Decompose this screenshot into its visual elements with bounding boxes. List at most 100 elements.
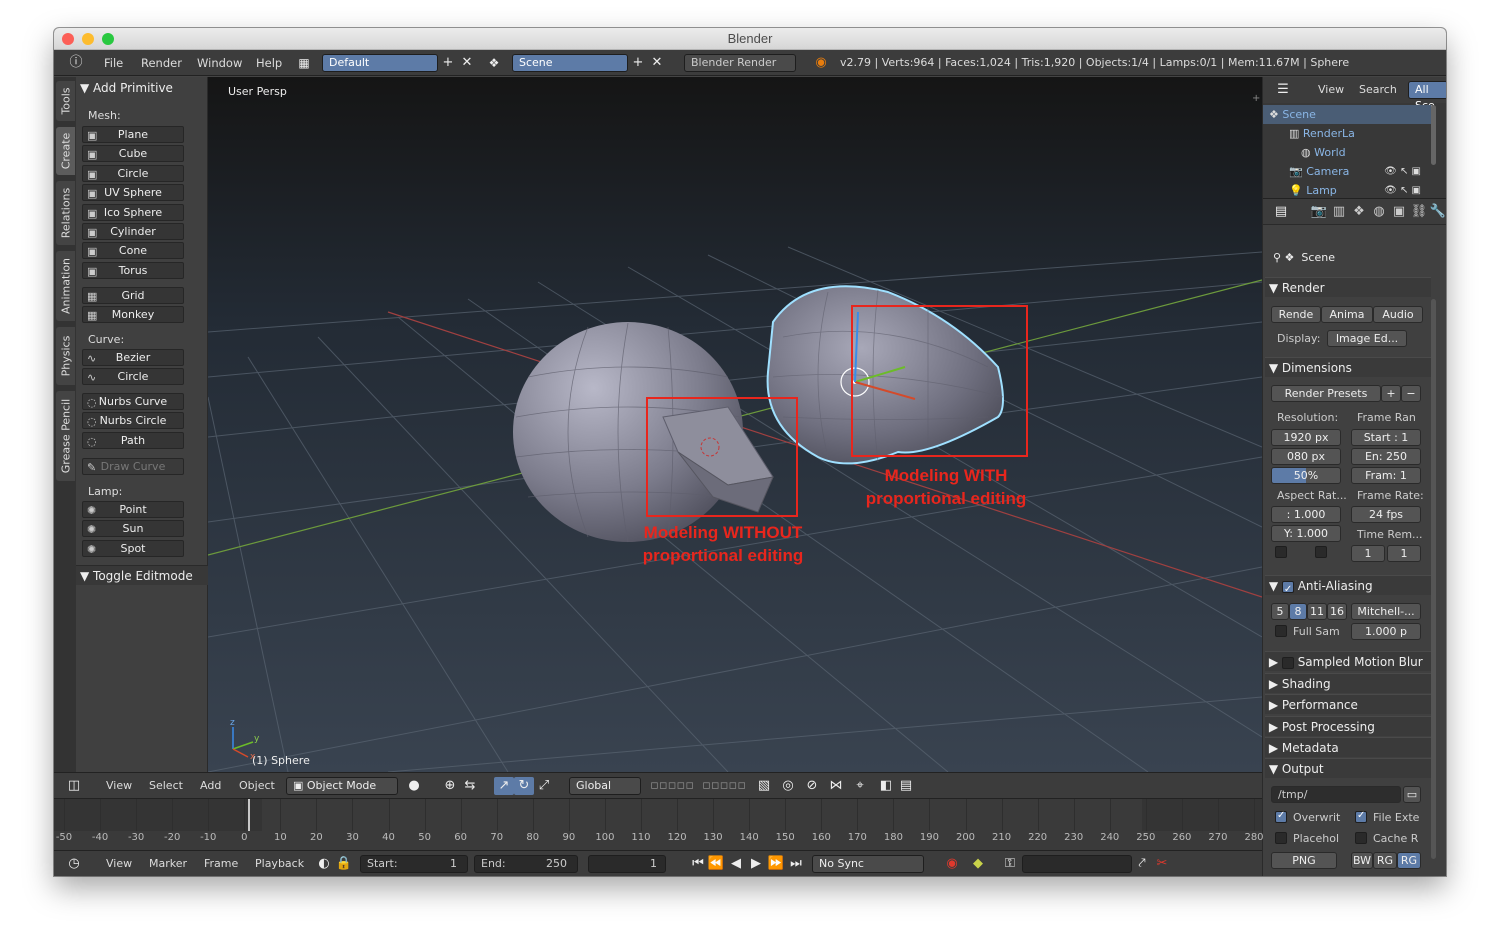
outliner-item-renderla[interactable]: ▥ RenderLa [1263, 124, 1431, 143]
dimensions-panel-header[interactable]: ▼ Dimensions [1265, 357, 1431, 377]
constraints-tab-icon[interactable]: ⛓ [1409, 203, 1429, 221]
time-remap-old-field[interactable]: 1 [1351, 545, 1385, 562]
mesh-torus-button[interactable]: ▣ Torus [82, 261, 184, 279]
snap-target-icon[interactable]: ⌖ [850, 777, 870, 795]
folder-icon[interactable]: ▭ [1403, 786, 1421, 803]
aa-samples-5[interactable]: 5 [1271, 603, 1289, 620]
metadata-panel-header[interactable]: ▶ Metadata [1265, 736, 1431, 757]
outliner-item-scene[interactable]: ❖ Scene [1263, 105, 1431, 124]
properties-scrollbar[interactable] [1431, 299, 1436, 859]
vp-add-menu[interactable]: Add [200, 773, 221, 799]
properties-editor-icon[interactable]: ▤ [1271, 203, 1291, 221]
add-layout-button[interactable]: + [438, 54, 458, 72]
add-primitive-panel-header[interactable]: ▼ Add Primitive [80, 79, 173, 97]
aa-samples-11[interactable]: 11 [1307, 603, 1327, 620]
render-layers-tab-icon[interactable]: ▥ [1329, 203, 1349, 221]
scale-manipulator-icon[interactable]: ⤢ [534, 777, 554, 795]
outliner-item-lamp[interactable]: 💡 Lamp 👁 ↖ ▣ [1263, 181, 1431, 200]
rotate-manipulator-icon[interactable]: ↻ [514, 777, 534, 795]
aa-samples-8[interactable]: 8 [1289, 603, 1307, 620]
start-frame-field[interactable]: Start: 1 [360, 855, 468, 873]
mesh-grid-button[interactable]: ▦ Grid [82, 287, 184, 304]
color-mode-rgb[interactable]: RG [1373, 852, 1397, 869]
tab-tools[interactable]: Tools [56, 81, 75, 121]
render-presets-select[interactable]: Render Presets [1271, 385, 1381, 402]
viewport-corner-plus-icon[interactable]: + [1252, 93, 1260, 104]
aspect-y-field[interactable]: Y: 1.000 [1271, 525, 1341, 542]
tl-frame-menu[interactable]: Frame [204, 851, 238, 876]
current-frame-field[interactable]: 1 [588, 855, 666, 873]
3d-view-editor-icon[interactable]: ◫ [64, 777, 84, 795]
curve-bezier-button[interactable]: ∿ Bezier [82, 349, 184, 366]
auto-keying-icon[interactable]: ◉ [942, 855, 962, 873]
tl-playback-menu[interactable]: Playback [255, 851, 304, 876]
menu-render[interactable]: Render [141, 50, 182, 76]
outliner-item-camera[interactable]: 📷 Camera 👁 ↖ ▣ [1263, 162, 1431, 181]
zoom-window-button[interactable] [102, 33, 114, 45]
file-format-select[interactable]: PNG [1271, 852, 1337, 869]
vp-object-menu[interactable]: Object [239, 773, 275, 799]
outliner-view-menu[interactable]: View [1318, 77, 1344, 103]
curve-nurbs-circle-button[interactable]: ◌ Nurbs Circle [82, 412, 184, 430]
crop-checkbox[interactable] [1315, 546, 1327, 558]
preview-range-icon[interactable]: ◐ [314, 855, 334, 873]
aa-filter-select[interactable]: Mitchell-... [1351, 603, 1421, 620]
remove-preset-button[interactable]: − [1401, 385, 1421, 402]
keying-set-icon[interactable]: ◆ [968, 855, 988, 873]
interaction-mode-select[interactable]: ▣ Object Mode [286, 777, 398, 795]
screen-layout-icon[interactable]: ▦ [294, 54, 314, 72]
play-icon[interactable]: ▶ [746, 855, 766, 873]
tab-create[interactable]: Create [56, 127, 75, 175]
timeline-editor-icon[interactable]: ◷ [64, 855, 84, 873]
add-scene-button[interactable]: + [628, 54, 648, 72]
lock-range-icon[interactable]: 🔒 [334, 855, 354, 873]
play-reverse-icon[interactable]: ◀ [726, 855, 746, 873]
render-button[interactable]: Rende [1271, 306, 1321, 323]
sync-mode-select[interactable]: No Sync [812, 855, 924, 873]
anti-aliasing-checkbox[interactable] [1281, 580, 1294, 600]
jump-keyframe-back-icon[interactable]: ⏪ [706, 855, 726, 873]
display-select[interactable]: Image Ed... [1327, 330, 1407, 347]
aspect-x-field[interactable]: : 1.000 [1271, 506, 1341, 523]
outliner-editor-icon[interactable]: ☰ [1273, 81, 1293, 99]
anti-aliasing-panel-header[interactable]: ▼ Anti-Aliasing [1265, 575, 1431, 600]
output-path-field[interactable]: /tmp/ [1271, 786, 1401, 803]
resolution-y-field[interactable]: 080 px [1271, 448, 1341, 465]
vp-select-menu[interactable]: Select [149, 773, 183, 799]
render-tab-icon[interactable]: 📷 [1309, 203, 1329, 221]
aa-samples-16[interactable]: 16 [1327, 603, 1347, 620]
transform-orientation-select[interactable]: Global [569, 777, 641, 795]
jump-keyframe-forward-icon[interactable]: ⏩ [766, 855, 786, 873]
menu-help[interactable]: Help [256, 50, 282, 76]
toggle-editmode-panel[interactable]: ▼ Toggle Editmode [76, 565, 208, 585]
active-keying-set-field[interactable] [1022, 855, 1132, 873]
shading-panel-header[interactable]: ▶ Shading [1265, 673, 1431, 693]
outliner-item-world[interactable]: ◍ World [1263, 143, 1431, 162]
tab-grease-pencil[interactable]: Grease Pencil [56, 391, 75, 481]
frame-start-field[interactable]: Start : 1 [1351, 429, 1421, 446]
motion-blur-panel-header[interactable]: ▶ Sampled Motion Blur [1265, 651, 1431, 671]
mesh-ico-sphere-button[interactable]: ▣ Ico Sphere [82, 203, 184, 221]
overwrite-checkbox[interactable] [1275, 810, 1287, 823]
mesh-cylinder-button[interactable]: ▣ Cylinder [82, 223, 184, 240]
proportional-editing-icon[interactable]: ◎ [778, 777, 798, 795]
visibility-toggle-icon[interactable]: 👁 ↖ ▣ [1384, 181, 1421, 200]
close-window-button[interactable] [62, 33, 74, 45]
timeline[interactable]: -50 -40 -30 -20 -10 0 10 20 30 40 50 60 70 80 90 100 110… [54, 798, 1264, 850]
keying-set-select-icon[interactable]: ⚿ [1000, 855, 1020, 873]
output-panel-header[interactable]: ▼ Output [1265, 758, 1431, 778]
full-sample-checkbox[interactable] [1275, 625, 1287, 637]
render-engine-select[interactable]: Blender Render [684, 54, 796, 72]
outliner-search-menu[interactable]: Search [1359, 77, 1397, 103]
info-editor-icon[interactable]: ⓘ [66, 54, 86, 72]
color-mode-rgba[interactable]: RG [1397, 852, 1421, 869]
tab-animation[interactable]: Animation [56, 251, 75, 321]
scene-tab-icon[interactable]: ❖ [1349, 203, 1369, 221]
draw-curve-button[interactable]: ✎ Draw Curve [82, 458, 184, 475]
current-frame-indicator[interactable] [247, 799, 250, 831]
manipulator-toggle-icon[interactable]: ⇆ [460, 777, 480, 795]
tab-physics[interactable]: Physics [56, 327, 75, 385]
scene-field[interactable]: Scene [512, 54, 628, 72]
screen-layout-field[interactable]: Default [322, 54, 438, 72]
placeholders-checkbox[interactable] [1275, 832, 1287, 844]
